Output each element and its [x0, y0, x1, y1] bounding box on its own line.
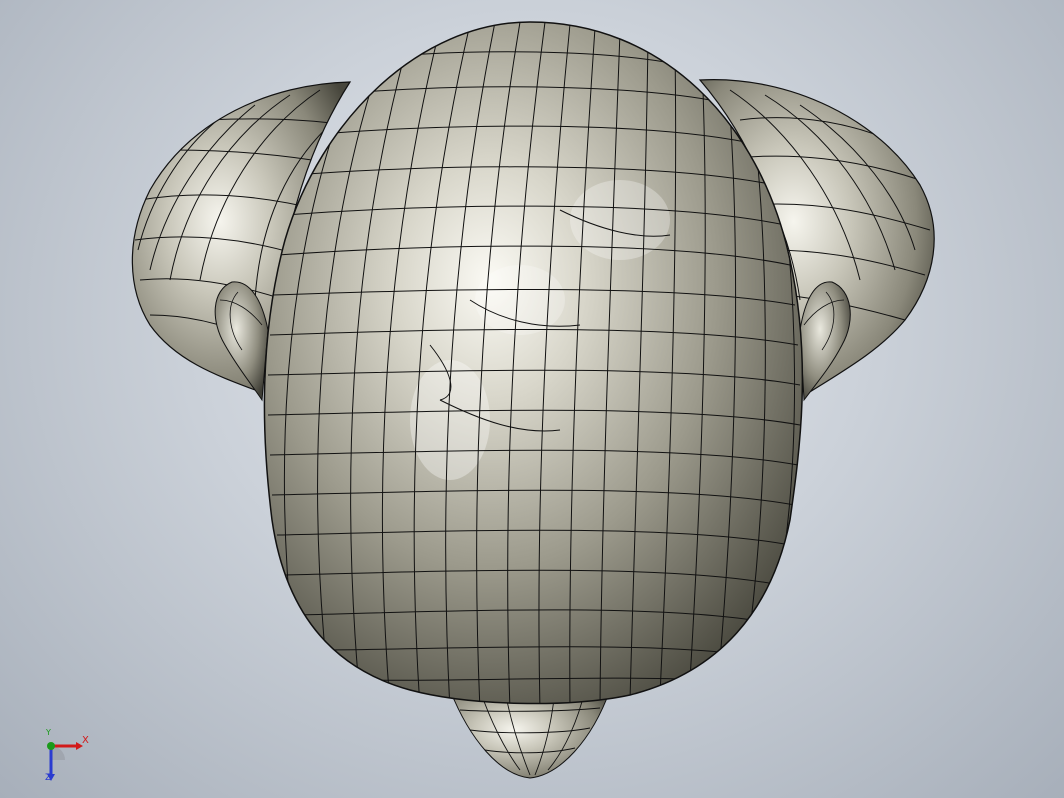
triad-y-label: Y — [46, 728, 51, 737]
graphics-viewport[interactable]: X Y Z — [0, 0, 1064, 798]
triad-z-label: Z — [45, 773, 52, 783]
triad-x-label: X — [82, 735, 89, 746]
head-model[interactable] — [0, 0, 1064, 798]
head-dome-surface — [263, 21, 804, 705]
reference-triad[interactable]: X Y Z — [40, 728, 100, 790]
